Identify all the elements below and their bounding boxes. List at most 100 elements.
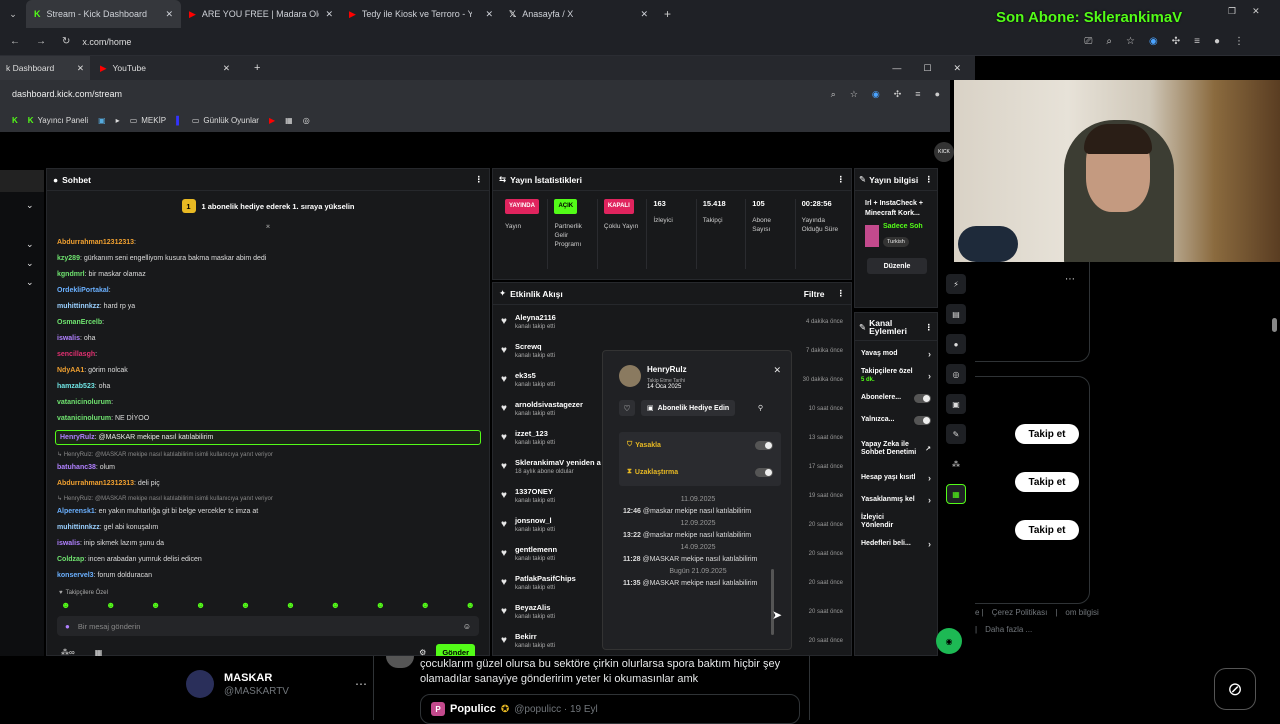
grok-button[interactable]: ⊘ bbox=[1214, 668, 1256, 710]
chat-username[interactable]: sencillasgh bbox=[57, 351, 95, 358]
puzzle-icon[interactable]: ✣ bbox=[1172, 36, 1180, 47]
mic-icon[interactable]: ● bbox=[65, 622, 70, 631]
chevron-right-icon[interactable]: › bbox=[928, 371, 931, 381]
globe-icon[interactable]: ◎ bbox=[303, 116, 310, 125]
support-icon[interactable]: ◉ bbox=[936, 628, 962, 654]
action-item[interactable]: Hedefleri beli... › bbox=[855, 533, 937, 555]
chat-username[interactable]: muhittinnkzz bbox=[57, 303, 100, 310]
action-toggle[interactable] bbox=[913, 393, 931, 403]
back-icon[interactable]: ← bbox=[10, 36, 20, 47]
lightning-icon[interactable]: ⚡ bbox=[946, 274, 966, 294]
gift-banner[interactable]: 1 1 abonelik hediye ederek 1. sıraya yük… bbox=[47, 191, 489, 221]
reload-icon[interactable]: ↻ bbox=[62, 36, 70, 47]
footer-link[interactable]: om bilgisi bbox=[1065, 608, 1098, 617]
cast-icon[interactable]: ⎚ bbox=[1084, 36, 1092, 47]
footer-link[interactable]: Daha fazla ... bbox=[985, 625, 1032, 634]
url-text[interactable]: x.com/home bbox=[82, 37, 131, 47]
emote-icon[interactable]: ☻ bbox=[331, 600, 340, 610]
more-icon[interactable]: ⋮ bbox=[837, 288, 846, 299]
tab-list-icon[interactable]: ⌄ bbox=[0, 9, 26, 20]
scrollbar[interactable] bbox=[1272, 318, 1277, 332]
timeout-row[interactable]: ⧗ Uzaklaştırma bbox=[619, 458, 781, 486]
gift-sub-button[interactable]: ▣ Abonelik Hediye Edin bbox=[641, 400, 736, 416]
action-item[interactable]: Yapay Zeka ile Sohbet Denetimi ↗ bbox=[855, 431, 937, 467]
bookmark-gunluk-oyunlar[interactable]: ▭ Günlük Oyunlar bbox=[192, 116, 259, 125]
follow-button[interactable]: Takip et bbox=[1015, 472, 1079, 492]
new-tab-icon[interactable]: + bbox=[254, 62, 260, 74]
more-icon[interactable]: ⋮ bbox=[837, 174, 846, 185]
share-icon[interactable]: ⁂ bbox=[946, 454, 966, 474]
more-icon[interactable]: ⋮ bbox=[925, 322, 934, 331]
more-icon[interactable]: ⋯ bbox=[355, 677, 367, 691]
ban-toggle[interactable] bbox=[755, 440, 773, 450]
feed-filter-button[interactable]: Filtre bbox=[804, 289, 825, 299]
image-icon[interactable]: ▦ bbox=[285, 116, 293, 125]
chevron-right-icon[interactable]: › bbox=[928, 473, 931, 483]
new-tab-icon[interactable]: + bbox=[664, 7, 671, 21]
chevron-down-icon[interactable]: ⌄ bbox=[26, 258, 44, 269]
x-profile[interactable]: MASKAR @MASKARTV ⋯ bbox=[186, 670, 367, 698]
chat-bubble-icon[interactable]: ● bbox=[946, 334, 966, 354]
bookmark-icon[interactable]: ▣ bbox=[98, 116, 106, 125]
more-icon[interactable]: ⋮ bbox=[925, 174, 934, 185]
close-icon[interactable]: ✕ bbox=[77, 63, 84, 74]
restore-icon[interactable]: ❐ bbox=[1228, 6, 1236, 17]
extension-icon[interactable]: ◉ bbox=[872, 89, 880, 100]
chevron-right-icon[interactable]: › bbox=[928, 495, 931, 505]
pinned-chevron-icon[interactable]: ⌅ bbox=[47, 221, 489, 233]
outer-tab-kick[interactable]: K Stream - Kick Dashboard ✕ bbox=[26, 0, 181, 28]
media-icon[interactable]: ≡ bbox=[915, 89, 920, 99]
chat-input[interactable]: ● Bir mesaj gönderin ☺ bbox=[57, 616, 479, 636]
bookmark-mekip[interactable]: ▭ MEKİP bbox=[130, 116, 166, 125]
pin-icon[interactable]: ⚲ bbox=[758, 404, 763, 412]
zoom-icon[interactable]: ⌕ bbox=[1106, 36, 1112, 47]
youtube-icon[interactable]: ▶ bbox=[269, 116, 275, 125]
bookmark-yayinci-paneli[interactable]: K Yayıncı Paneli bbox=[28, 116, 88, 125]
rail-item[interactable] bbox=[0, 170, 44, 192]
chat-username[interactable]: iswalis bbox=[57, 335, 80, 342]
chat-username[interactable]: vatanicinolurum bbox=[57, 415, 111, 422]
chat-username[interactable]: kgndmrl bbox=[57, 271, 85, 278]
outer-tab-youtube-1[interactable]: ▶ ARE YOU FREE | Madara Olduk ✕ bbox=[181, 0, 341, 28]
chat-username[interactable]: Coldzap bbox=[57, 556, 84, 563]
chat-username[interactable]: konservel3 bbox=[57, 572, 94, 579]
media-icon[interactable]: ≡ bbox=[1194, 36, 1200, 47]
edit-button[interactable]: Düzenle bbox=[867, 258, 927, 274]
chat-username[interactable]: NdyAA1 bbox=[57, 367, 84, 374]
bookmark-icon[interactable]: ▸ bbox=[116, 116, 120, 125]
close-window-icon[interactable]: ✕ bbox=[953, 63, 961, 74]
broadcast-icon[interactable]: ◎ bbox=[946, 364, 966, 384]
chat-username[interactable]: batuhanc38 bbox=[57, 464, 96, 471]
chat-username[interactable]: hamzab523 bbox=[57, 383, 95, 390]
footer-link[interactable]: Çerez Politikası bbox=[992, 608, 1048, 617]
close-icon[interactable]: ✕ bbox=[325, 9, 333, 20]
action-item[interactable]: İzleyici Yönlendir bbox=[855, 511, 937, 533]
profile-icon[interactable]: ● bbox=[935, 89, 940, 99]
emote-icon[interactable]: ☻ bbox=[241, 600, 250, 610]
action-item[interactable]: Takipçilere özel 5 dk. › bbox=[855, 365, 937, 387]
chevron-right-icon[interactable]: › bbox=[928, 539, 931, 549]
close-icon[interactable]: ✕ bbox=[773, 365, 781, 376]
chevron-down-icon[interactable]: ⌄ bbox=[26, 239, 44, 250]
outer-tab-youtube-2[interactable]: ▶ Tedy ile Kiosk ve Terroro - YouT ✕ bbox=[341, 0, 501, 28]
ban-row[interactable]: ⛉ Yasakla bbox=[619, 432, 781, 458]
bookmark-icon[interactable]: ▌ bbox=[176, 116, 182, 125]
feed-item[interactable]: ♥ Aleyna2116 kanalı takip etti 4 dakika önc… bbox=[493, 307, 851, 336]
grid-icon[interactable]: ▦ bbox=[946, 484, 966, 504]
chat-username[interactable]: OrdekliPortakal bbox=[57, 287, 109, 294]
more-icon[interactable]: ⋮ bbox=[475, 174, 484, 185]
inner-tab-kick[interactable]: k Dashboard ✕ bbox=[0, 56, 90, 80]
close-icon[interactable]: ✕ bbox=[640, 9, 648, 20]
inner-tab-youtube[interactable]: ▶ YouTube ✕ bbox=[90, 56, 240, 80]
star-icon[interactable]: ☆ bbox=[1126, 36, 1135, 47]
wrench-icon[interactable]: ✎ bbox=[946, 424, 966, 444]
emote-icon[interactable]: ☻ bbox=[286, 600, 295, 610]
chat-username[interactable]: OsmanErcelb bbox=[57, 319, 102, 326]
chat-username[interactable]: Abdurrahman12312313 bbox=[57, 239, 134, 246]
printer-icon[interactable]: ▣ bbox=[946, 394, 966, 414]
maximize-icon[interactable]: ☐ bbox=[923, 63, 931, 74]
profile-avatar[interactable]: KICK bbox=[934, 142, 954, 162]
scrollbar[interactable] bbox=[771, 569, 774, 635]
action-item[interactable]: Yavaş mod › bbox=[855, 343, 937, 365]
action-toggle[interactable] bbox=[913, 415, 931, 425]
